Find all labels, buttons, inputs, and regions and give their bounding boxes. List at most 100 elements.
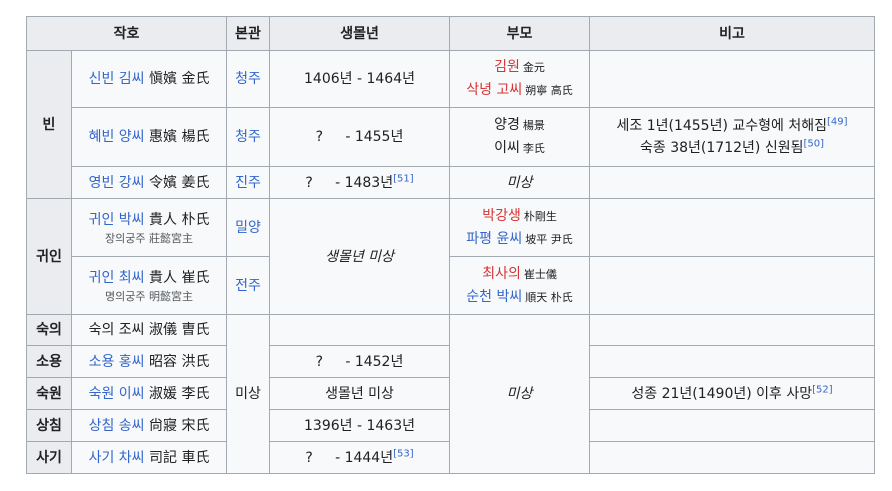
parent-link[interactable]: 최사의	[482, 266, 521, 282]
note-cell	[589, 314, 876, 346]
name-hanja: 昭容 洪氏	[149, 353, 210, 370]
parent-hanja: 金元	[522, 61, 545, 74]
dates-cell: ? - 1483년[51]	[269, 166, 451, 199]
bongwan-link[interactable]: 전주	[235, 278, 261, 294]
dates-cell: ? - 1452년	[269, 345, 451, 378]
table-row: 빈 신빈 김씨 愼嬪 金氏 청주 1406년 - 1464년 김원 金元 삭녕 고…	[26, 50, 876, 199]
parent-link[interactable]: 파평 윤씨	[466, 231, 522, 247]
parent-hanja: 崔士儀	[523, 267, 557, 281]
name-cell: 소용 홍씨 昭容 洪氏	[70, 345, 228, 378]
name-cell: 숙의 조씨 淑儀 曺氏	[70, 314, 228, 346]
bongwan-link[interactable]: 밀양	[235, 220, 261, 236]
name-link[interactable]: 영빈 강씨	[89, 175, 145, 191]
bongwan-cell: 전주	[226, 256, 271, 315]
note-text: 세조 1년(1455년) 교수형에 처해짐	[616, 118, 828, 134]
parent-hanja: 坡平 尹氏	[525, 232, 573, 246]
note-text: 숙종 38년(1712년) 신원됨	[640, 140, 804, 156]
parents-cell: 박강생 朴剛生 파평 윤씨 坡平 尹氏	[449, 198, 591, 257]
name-hanja: 貴人 朴氏	[149, 211, 210, 228]
name-text: 숙의 조씨	[88, 322, 145, 338]
note-cell	[589, 441, 876, 474]
consorts-table: 작호 본관 생몰년 부모 비고 빈 신빈 김씨 愼嬪 金氏 청주 1406년 -…	[25, 16, 876, 474]
name-link[interactable]: 귀인 박씨	[89, 212, 145, 228]
reference-link[interactable]: [50]	[803, 138, 824, 149]
rank-group-sugwon: 숙원	[26, 377, 72, 410]
name-hanja: 愼嬪 金氏	[149, 71, 210, 87]
parent-link[interactable]: 박강생	[482, 208, 521, 224]
parent-name: 이씨	[494, 140, 520, 156]
bongwan-link[interactable]: 진주	[235, 175, 261, 191]
parent-hanja: 朴剛生	[523, 209, 557, 223]
parents-cell: 최사의 崔士儀 순천 박씨 順天 朴氏	[449, 256, 591, 315]
header-row: 작호 본관 생몰년 부모 비고	[25, 16, 876, 51]
bongwan-cell: 미상	[226, 314, 271, 474]
name-hanja: 司記 車氏	[149, 449, 210, 466]
rank-group-sangchim: 상침	[26, 409, 72, 442]
col-header-dates: 생몰년	[269, 16, 451, 51]
parent-hanja: 順天 朴氏	[525, 290, 573, 304]
parent-link[interactable]: 순천 박씨	[466, 289, 522, 305]
dates-cell: ? - 1444년[53]	[269, 441, 451, 474]
name-cell: 영빈 강씨 令嬪 姜氏	[70, 166, 228, 199]
note-cell	[589, 256, 876, 315]
note-cell	[589, 345, 876, 378]
bongwan-link[interactable]: 청주	[235, 129, 261, 145]
table-row: 숙의 숙의 조씨 淑儀 曺氏 미상 미상	[26, 314, 876, 474]
rank-group-sagi: 사기	[26, 441, 72, 474]
parent-link[interactable]: 김원	[494, 59, 520, 75]
reference-link[interactable]: [53]	[393, 448, 414, 459]
parent-name: 양경	[494, 117, 520, 133]
name-link[interactable]: 신빈 김씨	[89, 71, 145, 87]
name-link[interactable]: 숙원 이씨	[89, 386, 145, 402]
note-cell	[589, 198, 876, 257]
note-cell: 성종 21년(1490년) 이후 사망[52]	[589, 377, 876, 410]
note-cell	[589, 409, 876, 442]
col-header-bongwan: 본관	[226, 16, 271, 51]
dates-text: ? - 1444년	[305, 449, 394, 466]
name-hanja: 尙寢 宋氏	[149, 417, 210, 434]
note-text: 성종 21년(1490년) 이후 사망	[631, 385, 813, 402]
rank-group-bin: 빈	[26, 50, 72, 199]
bongwan-cell: 밀양	[226, 198, 271, 257]
name-hanja: 淑儀 曺氏	[149, 322, 210, 338]
name-link[interactable]: 귀인 최씨	[89, 270, 145, 286]
rank-group-gwiin: 귀인	[26, 198, 72, 315]
name-hanja: 惠嬪 楊氏	[149, 129, 210, 145]
parent-link[interactable]: 삭녕 고씨	[466, 82, 522, 98]
dates-text: ? - 1483년	[305, 174, 394, 191]
palace-title: 장의궁주 莊懿宮主	[105, 231, 193, 245]
name-cell: 숙원 이씨 淑媛 李氏	[70, 377, 228, 410]
bongwan-cell: 청주	[226, 50, 271, 108]
name-link[interactable]: 소용 홍씨	[89, 354, 145, 370]
parents-cell: 미상	[449, 166, 591, 199]
name-hanja: 貴人 崔氏	[149, 269, 210, 286]
dates-cell: ? - 1455년	[269, 107, 451, 167]
parent-hanja: 楊景	[522, 119, 545, 132]
col-header-parents: 부모	[449, 16, 591, 51]
bongwan-cell: 청주	[226, 107, 271, 167]
col-header-title: 작호	[25, 16, 228, 51]
reference-link[interactable]: [52]	[812, 384, 833, 395]
bongwan-link[interactable]: 청주	[235, 71, 261, 87]
name-link[interactable]: 상침 송씨	[89, 418, 145, 434]
name-cell: 상침 송씨 尙寢 宋氏	[70, 409, 228, 442]
parents-cell: 김원 金元 삭녕 고씨 朔寧 高氏	[449, 50, 591, 108]
dates-cell: 생몰년 미상	[269, 377, 451, 410]
name-cell: 귀인 최씨 貴人 崔氏 명의궁주 明懿宮主	[70, 256, 228, 315]
dates-cell	[269, 314, 451, 346]
table-row: 귀인 최씨 貴人 崔氏 명의궁주 明懿宮主 전주 최사의 崔士儀 순천 박씨 順天 …	[27, 256, 876, 315]
reference-link[interactable]: [51]	[393, 173, 414, 184]
name-cell: 귀인 박씨 貴人 朴氏 장의궁주 莊懿宮主	[70, 198, 228, 257]
name-cell: 사기 차씨 司記 車氏	[70, 441, 228, 474]
note-cell	[589, 50, 876, 108]
parent-hanja: 朔寧 高氏	[525, 84, 573, 97]
note-cell	[589, 166, 876, 199]
col-header-notes: 비고	[589, 16, 876, 51]
name-link[interactable]: 사기 차씨	[89, 450, 145, 466]
table-row: 영빈 강씨 令嬪 姜氏 진주 ? - 1483년[51] 미상	[27, 166, 876, 199]
name-link[interactable]: 혜빈 양씨	[89, 129, 145, 145]
bongwan-cell: 진주	[226, 166, 271, 199]
dates-cell: 1396년 - 1463년	[269, 409, 451, 442]
name-cell: 신빈 김씨 愼嬪 金氏	[70, 50, 228, 108]
reference-link[interactable]: [49]	[827, 116, 848, 127]
